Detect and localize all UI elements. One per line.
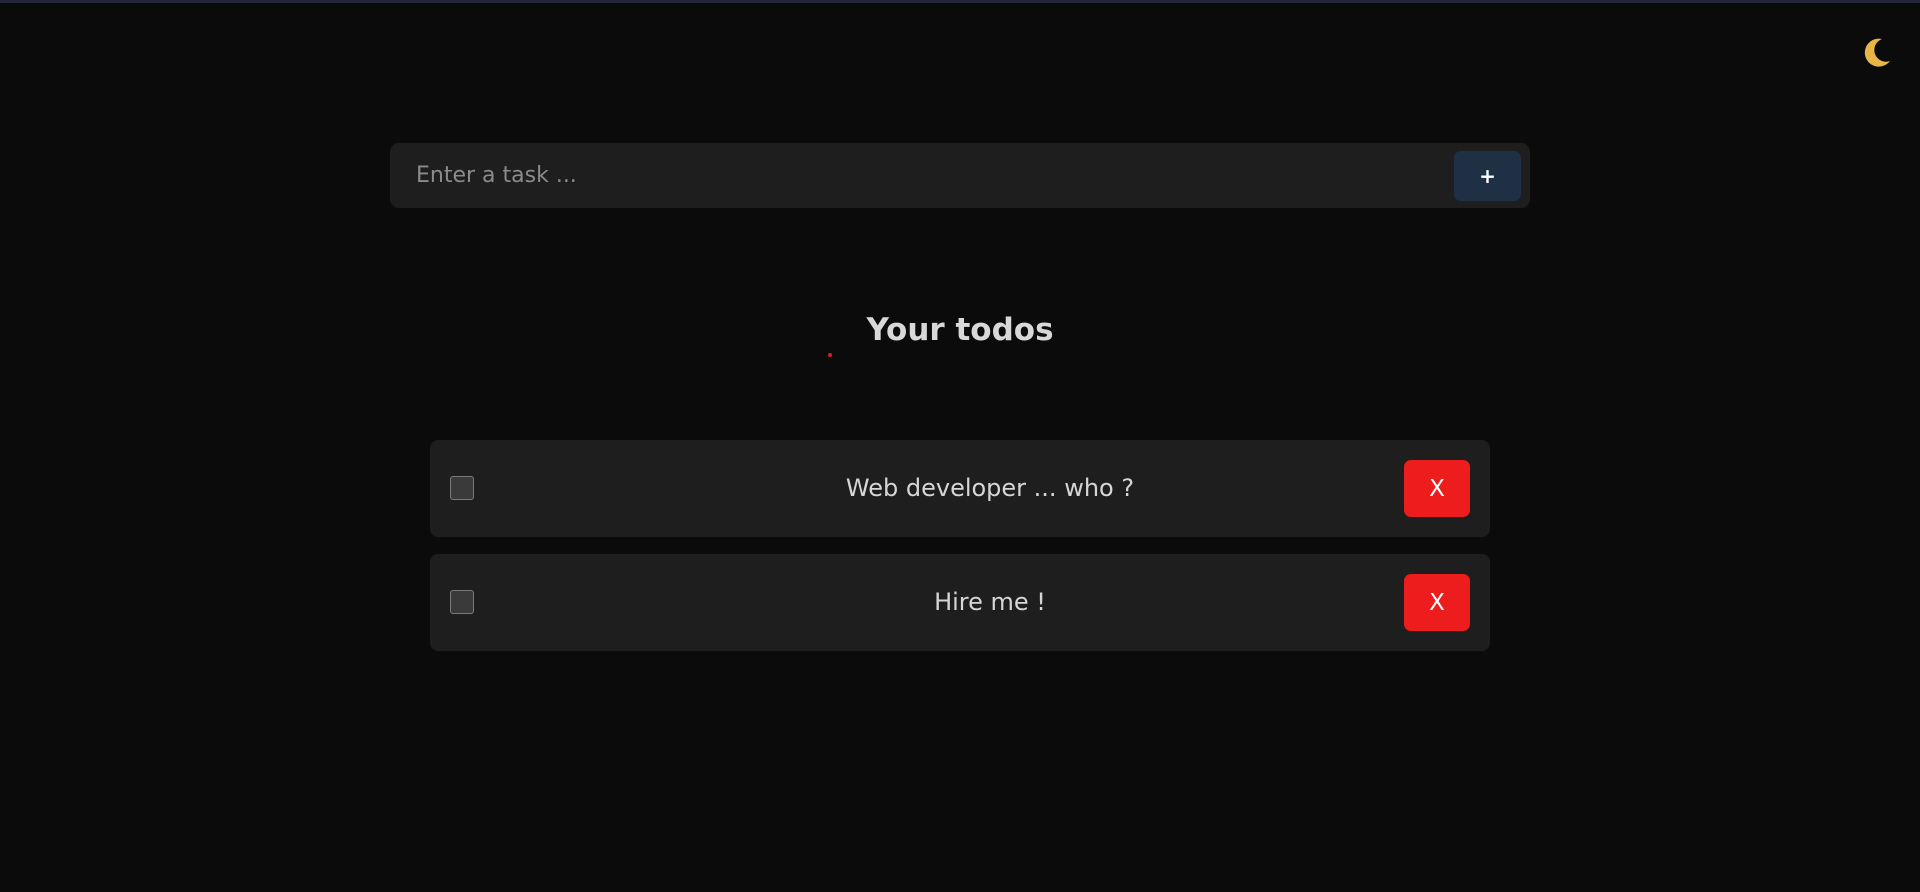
todo-list: Web developer ... who ? X Hire me ! X [430,440,1490,668]
decorative-dot [828,353,832,357]
task-input[interactable] [390,143,1440,208]
delete-todo-button[interactable]: X [1404,460,1470,517]
todo-text: Web developer ... who ? [845,474,1135,502]
todo-checkbox[interactable] [450,590,474,614]
theme-toggle-button[interactable] [1856,34,1896,74]
moon-icon [1858,35,1894,74]
todo-item: Hire me ! X [430,554,1490,651]
task-input-bar: + [390,143,1530,208]
todo-checkbox[interactable] [450,476,474,500]
todo-item: Web developer ... who ? X [430,440,1490,537]
page-title: Your todos [866,312,1054,348]
add-task-button[interactable]: + [1454,151,1521,201]
todo-text: Hire me ! [934,588,1046,616]
delete-todo-button[interactable]: X [1404,574,1470,631]
top-border [0,0,1920,3]
